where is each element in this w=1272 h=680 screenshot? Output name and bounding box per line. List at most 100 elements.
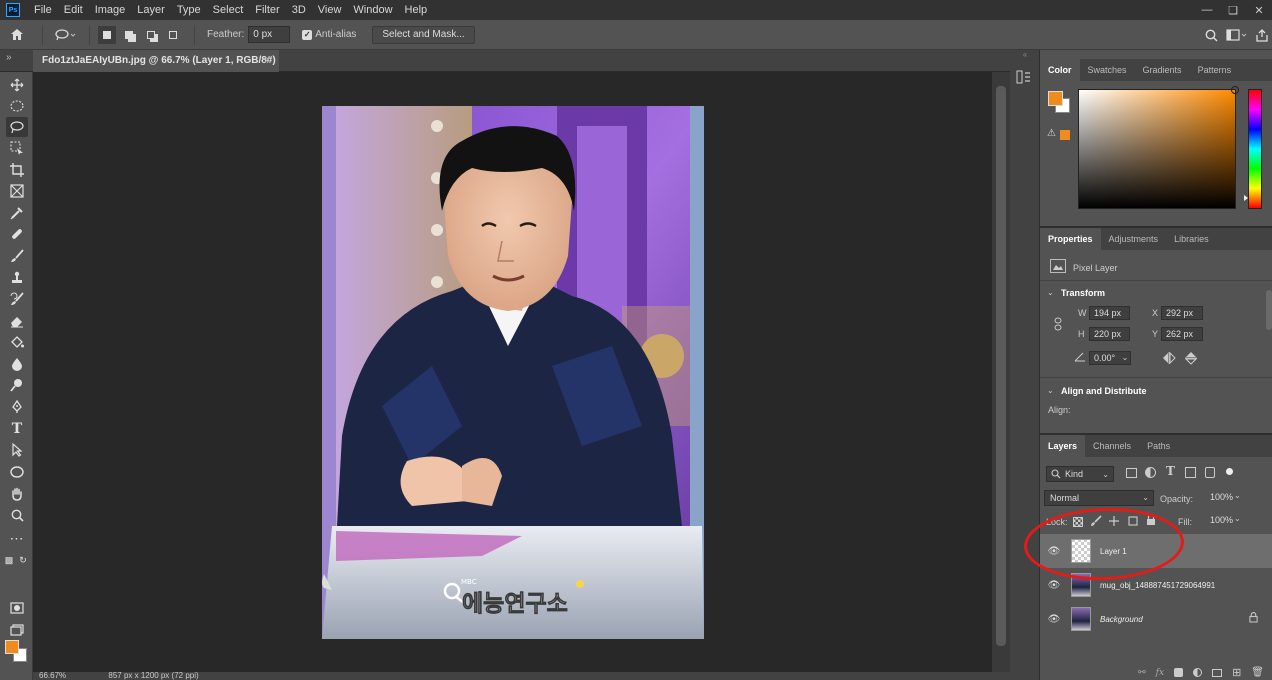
ellipse-tool-icon[interactable] — [6, 462, 28, 482]
frame-tool-icon[interactable] — [6, 181, 28, 201]
quick-mask-icon[interactable] — [6, 598, 28, 618]
panel-foreground-swatch[interactable] — [1048, 91, 1063, 106]
menu-view[interactable]: View — [312, 0, 348, 20]
menu-filter[interactable]: Filter — [249, 0, 285, 20]
select-and-mask-button[interactable]: Select and Mask... — [372, 25, 475, 44]
filter-pixel-icon[interactable] — [1126, 468, 1137, 478]
tab-channels[interactable]: Channels — [1085, 435, 1139, 457]
subtract-selection-mode-icon[interactable] — [142, 26, 160, 44]
width-input[interactable]: 194 px — [1089, 306, 1130, 320]
collapse-toolbar-icon[interactable]: » — [6, 52, 12, 63]
add-selection-mode-icon[interactable] — [120, 26, 138, 44]
restore-icon[interactable]: ❏ — [1220, 0, 1246, 20]
link-dimensions-icon[interactable] — [1053, 317, 1063, 331]
blur-tool-icon[interactable] — [6, 354, 28, 374]
out-of-gamut-warning-icon[interactable]: ⚠ — [1047, 128, 1056, 139]
history-panel-icon[interactable] — [1016, 70, 1034, 86]
paint-bucket-tool-icon[interactable] — [6, 332, 28, 352]
tab-libraries[interactable]: Libraries — [1166, 228, 1217, 250]
menu-image[interactable]: Image — [89, 0, 132, 20]
new-layer-icon[interactable]: ⊞ — [1232, 666, 1241, 679]
vertical-scrollbar[interactable] — [992, 72, 1010, 672]
intersect-selection-mode-icon[interactable] — [164, 26, 182, 44]
share-icon[interactable] — [1252, 28, 1272, 42]
flip-vertical-icon[interactable] — [1184, 351, 1198, 365]
menu-layer[interactable]: Layer — [131, 0, 171, 20]
layer-row[interactable]: 👁 Background — [1040, 602, 1272, 636]
opacity-dropdown-icon[interactable]: ⌄ — [1234, 491, 1241, 500]
anti-alias-checkbox[interactable]: ✓ — [302, 29, 313, 40]
tab-adjustments[interactable]: Adjustments — [1101, 228, 1167, 250]
tab-gradients[interactable]: Gradients — [1135, 59, 1190, 81]
screen-mode-icon[interactable] — [6, 620, 28, 640]
blend-mode-dropdown[interactable]: Normal ⌄ — [1044, 490, 1154, 506]
tab-layers[interactable]: Layers — [1040, 435, 1086, 457]
dodge-tool-icon[interactable] — [6, 375, 28, 395]
document-tab[interactable]: Fdo1ztJaEAIyUBn.jpg @ 66.7% (Layer 1, RG… — [33, 50, 279, 88]
menu-window[interactable]: Window — [347, 0, 398, 20]
type-tool-icon[interactable]: T — [6, 419, 28, 439]
filter-adjustment-icon[interactable] — [1145, 467, 1156, 478]
align-section-title[interactable]: Align and Distribute — [1061, 386, 1147, 396]
home-icon[interactable] — [0, 28, 34, 41]
menu-file[interactable]: File — [28, 0, 58, 20]
filter-toggle-icon[interactable] — [1226, 468, 1233, 475]
filter-smart-object-icon[interactable] — [1205, 467, 1215, 478]
minimize-icon[interactable]: — — [1194, 0, 1220, 20]
new-selection-mode-icon[interactable] — [98, 25, 116, 44]
more-tools-icon[interactable]: ⋯ — [6, 528, 28, 548]
height-input[interactable]: 220 px — [1089, 327, 1130, 341]
close-tab-icon[interactable]: ✕ — [264, 50, 272, 72]
eyedropper-tool-icon[interactable] — [6, 203, 28, 223]
add-mask-icon[interactable] — [1174, 668, 1184, 677]
pen-tool-icon[interactable] — [6, 397, 28, 417]
fill-input[interactable]: 100% — [1206, 514, 1233, 528]
adjustment-layer-icon[interactable] — [1193, 668, 1203, 677]
clone-stamp-tool-icon[interactable] — [6, 268, 28, 288]
object-selection-tool-icon[interactable] — [6, 138, 28, 158]
visibility-eye-icon[interactable]: 👁 — [1047, 580, 1061, 591]
lasso-tool-icon[interactable] — [6, 117, 28, 137]
link-layers-icon[interactable]: ⚯ — [1138, 667, 1146, 678]
tab-paths[interactable]: Paths — [1139, 435, 1178, 457]
menu-3d[interactable]: 3D — [286, 0, 312, 20]
filter-type-icon[interactable]: T — [1166, 464, 1175, 478]
layer-style-icon[interactable]: fx — [1156, 668, 1164, 678]
dock-collapse-icon[interactable]: « — [1012, 50, 1038, 59]
tab-color[interactable]: Color — [1040, 59, 1080, 81]
flip-horizontal-icon[interactable] — [1162, 351, 1176, 365]
properties-scrollbar[interactable] — [1266, 290, 1272, 330]
hand-tool-icon[interactable] — [6, 484, 28, 504]
scrollbar-thumb[interactable] — [996, 86, 1006, 646]
foreground-color-swatch[interactable] — [5, 640, 19, 654]
menu-edit[interactable]: Edit — [58, 0, 89, 20]
align-chevron-icon[interactable]: ⌄ — [1047, 386, 1054, 395]
tab-swatches[interactable]: Swatches — [1080, 59, 1135, 81]
eraser-tool-icon[interactable] — [6, 311, 28, 331]
transform-section-title[interactable]: Transform — [1061, 288, 1105, 298]
filter-shape-icon[interactable] — [1185, 467, 1196, 478]
tab-patterns[interactable]: Patterns — [1190, 59, 1240, 81]
workspace-icon[interactable] — [1222, 29, 1252, 41]
x-position-input[interactable]: 292 px — [1161, 306, 1203, 320]
fill-dropdown-icon[interactable]: ⌄ — [1234, 514, 1241, 523]
feather-input[interactable]: 0 px — [248, 26, 291, 43]
layer-filter-dropdown[interactable]: Kind ⌄ — [1046, 466, 1114, 482]
opacity-input[interactable]: 100% — [1206, 491, 1233, 505]
gamut-color-chip[interactable] — [1060, 130, 1070, 140]
tab-properties[interactable]: Properties — [1040, 228, 1101, 250]
new-group-icon[interactable] — [1212, 668, 1223, 677]
menu-type[interactable]: Type — [171, 0, 207, 20]
transform-chevron-icon[interactable]: ⌄ — [1047, 288, 1054, 297]
angle-dropdown-icon[interactable]: ⌄ — [1119, 351, 1131, 365]
menu-select[interactable]: Select — [207, 0, 250, 20]
visibility-eye-icon[interactable]: 👁 — [1047, 614, 1061, 625]
marquee-tool-icon[interactable] — [6, 96, 28, 116]
color-picker-field[interactable] — [1078, 86, 1239, 209]
delete-layer-icon[interactable]: 🗑 — [1251, 667, 1264, 678]
move-tool-icon[interactable] — [6, 75, 28, 95]
layer-name[interactable]: mug_obj_148887451729064991 — [1100, 581, 1215, 590]
swap-colors-icon[interactable]: ↻ — [17, 550, 29, 570]
close-icon[interactable]: ✕ — [1246, 0, 1272, 20]
zoom-level[interactable]: 66.67% — [39, 672, 66, 680]
